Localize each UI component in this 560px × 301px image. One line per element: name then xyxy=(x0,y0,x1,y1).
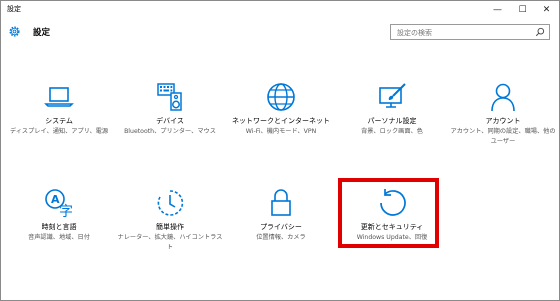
highlight-box xyxy=(338,178,439,248)
tile-description: Bluetooth、プリンター、マウス xyxy=(124,128,216,135)
laptop-icon xyxy=(44,87,74,107)
page-title: 設定 xyxy=(33,28,51,38)
tile-label: 簡単操作 xyxy=(156,223,184,231)
close-button[interactable]: ✕ xyxy=(534,1,559,18)
svg-text:字: 字 xyxy=(59,204,73,219)
tile-description: 音声認識、地域、日付 xyxy=(28,234,90,241)
tile-label: プライバシー xyxy=(260,223,302,231)
tile-label: ネットワークとインターネット xyxy=(232,117,330,125)
tile-label: システム xyxy=(45,117,73,125)
tile-label: パーソナル設定 xyxy=(367,117,417,125)
tile-description: 位置情報、カメラ xyxy=(256,234,306,241)
tile-description: Wi-Fi、機内モード、VPN xyxy=(245,128,317,135)
search-placeholder: 設定の検索 xyxy=(397,29,432,37)
paintbrush-monitor-icon xyxy=(379,83,406,108)
maximize-button[interactable]: ☐ xyxy=(510,1,535,18)
search-input[interactable]: 設定の検索 xyxy=(390,24,550,40)
tile-label: アカウント xyxy=(485,117,521,125)
tile-label: 時刻と言語 xyxy=(41,223,77,231)
tile-description: 背景、ロック画面、色 xyxy=(361,128,423,135)
tile-description: ディスプレイ、通知、アプリ、電源 xyxy=(9,128,109,135)
gear-icon xyxy=(9,26,20,37)
person-icon xyxy=(491,83,515,112)
search-icon xyxy=(535,27,545,37)
tile-description: ナレーター、拡大鏡、ハイコントラスト xyxy=(117,234,223,251)
settings-window: 設定 — ☐ ✕ 設定 設定の検索 システム ディスプレイ、通知、アプリ、電源 xyxy=(0,0,560,301)
minimize-button[interactable]: — xyxy=(485,1,510,18)
tile-description: アカウント、同期の設定、職場、他のユーザー xyxy=(450,128,556,145)
lock-icon xyxy=(271,189,291,216)
globe-icon xyxy=(267,83,295,111)
window-title: 設定 xyxy=(7,5,21,13)
keyboard-speaker-icon xyxy=(157,83,182,111)
clock-language-icon: A 字 xyxy=(45,189,73,219)
ease-of-access-icon xyxy=(157,190,184,216)
tile-label: デバイス xyxy=(156,117,184,125)
title-bar: 設定 — ☐ ✕ xyxy=(1,1,559,18)
